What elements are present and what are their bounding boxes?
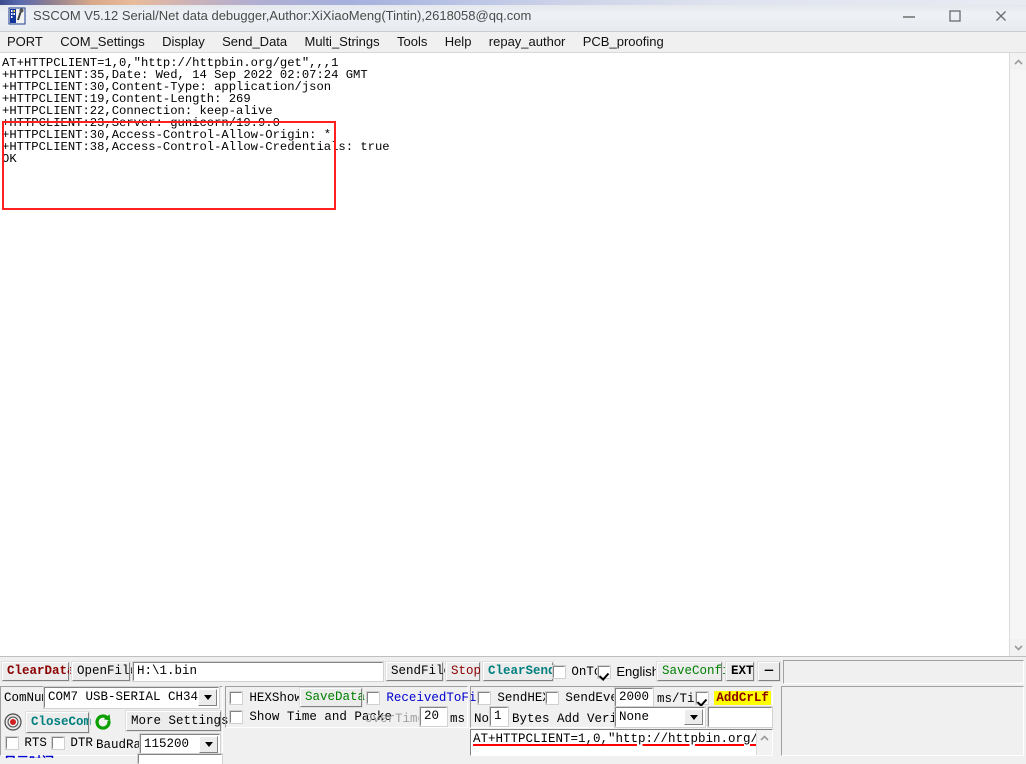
send-interval-input[interactable]: 2000 (614, 687, 654, 708)
cut-off-chinese-label: 显示时间 (4, 755, 54, 758)
minimize-button[interactable] (886, 0, 932, 31)
menu-item-pcb-proofing[interactable]: PCB_proofing (576, 32, 671, 52)
bottom-panel: ClearData OpenFile H:\1.bin SendFile Sto… (0, 658, 1026, 764)
ext-button[interactable]: EXT (725, 661, 755, 682)
menu-item-tools[interactable]: Tools (390, 32, 434, 52)
menu-bar: PORT COM_Settings Display Send_Data Mult… (0, 32, 1026, 53)
terminal-line: OK (2, 152, 17, 166)
menu-item-help[interactable]: Help (438, 32, 479, 52)
receive-area: AT+HTTPCLIENT=1,0,"http://httpbin.org/ge… (0, 53, 1026, 657)
save-data-button[interactable]: SaveData (299, 687, 365, 708)
send-every-checkbox-box[interactable] (545, 691, 559, 705)
send-text-area[interactable]: AT+HTTPCLIENT=1,0,"http://httpbin.org/ge… (470, 729, 773, 756)
dtr-checkbox-box[interactable] (51, 736, 65, 750)
menu-item-port[interactable]: PORT (0, 32, 50, 52)
english-checkbox-box[interactable] (597, 665, 611, 679)
on-top-checkbox-box[interactable] (552, 665, 566, 679)
window-title: SSCOM V5.12 Serial/Net data debugger,Aut… (33, 8, 532, 23)
file-path-input[interactable]: H:\1.bin (132, 661, 384, 682)
receive-scrollbar[interactable] (1009, 53, 1026, 656)
add-crlf-checkbox[interactable]: AddCrLf (695, 690, 771, 706)
com-num-label: ComNum (4, 691, 50, 705)
add-crlf-checkbox-box[interactable] (695, 691, 709, 705)
overtime-ms-label: ms (450, 712, 466, 726)
rts-checkbox-box[interactable] (5, 736, 19, 750)
english-label: English (616, 664, 659, 679)
more-settings-button[interactable]: More Settings (125, 710, 229, 732)
menu-item-com-settings[interactable]: COM_Settings (53, 32, 152, 52)
scroll-up-icon[interactable] (757, 730, 772, 746)
chevron-down-icon[interactable] (684, 709, 703, 725)
send-area-scrollbar[interactable] (756, 730, 772, 755)
menu-item-display[interactable]: Display (155, 32, 212, 52)
verify-value: None (619, 710, 650, 724)
com-port-value: COM7 USB-SERIAL CH340 (48, 690, 206, 704)
multi-strings-panel (781, 686, 1024, 756)
close-button[interactable] (978, 0, 1024, 31)
menu-item-multi-strings[interactable]: Multi_Strings (298, 32, 387, 52)
scroll-up-icon[interactable] (1010, 53, 1026, 70)
add-crlf-label: AddCrLf (714, 691, 771, 705)
send-text-value: AT+HTTPCLIENT=1,0,"http://httpbin.org/ge… (473, 732, 773, 746)
clear-data-button[interactable]: ClearData (1, 661, 75, 682)
baud-rate-value: 115200 (144, 737, 190, 751)
send-file-button[interactable]: SendFile (385, 661, 451, 682)
collapse-button[interactable]: — (757, 661, 781, 682)
open-file-button[interactable]: OpenFile (71, 661, 137, 682)
received-to-file-checkbox-box[interactable] (366, 691, 380, 705)
rts-checkbox[interactable]: RTS (5, 735, 47, 751)
close-com-button[interactable]: CloseCom (25, 711, 91, 734)
hex-show-checkbox[interactable]: HEXShow (229, 690, 302, 706)
verify-select[interactable]: None (614, 706, 706, 728)
save-config-button[interactable]: SaveConfig (656, 661, 737, 682)
scroll-down-icon[interactable] (1010, 639, 1026, 656)
send-hex-checkbox[interactable]: SendHEX (477, 690, 550, 706)
chevron-down-icon[interactable] (198, 689, 217, 706)
sscom-window: SSCOM V5.12 Serial/Net data debugger,Aut… (0, 0, 1026, 764)
toolbar-empty-slot (783, 660, 1024, 684)
no-label: No (474, 712, 490, 726)
stop-button[interactable]: Stop (445, 661, 481, 682)
no-input[interactable]: 1 (489, 706, 509, 727)
show-time-checkbox-box[interactable] (229, 710, 243, 724)
chevron-down-icon[interactable] (199, 736, 218, 753)
dtr-checkbox[interactable]: DTR (51, 735, 93, 751)
title-bar-gradient-stripe (0, 0, 1026, 5)
refresh-icon[interactable] (93, 712, 113, 733)
send-hex-checkbox-box[interactable] (477, 691, 491, 705)
maximize-button[interactable] (932, 0, 978, 31)
clear-send-button[interactable]: ClearSend (482, 661, 556, 682)
app-icon (8, 7, 26, 25)
baud-rate-select[interactable]: 115200 (139, 733, 221, 756)
hex-show-checkbox-box[interactable] (229, 691, 243, 705)
hex-show-label: HEXShow (249, 691, 302, 705)
rts-label: RTS (24, 736, 47, 750)
led-indicator-icon (4, 713, 22, 731)
menu-item-repay-author[interactable]: repay_author (482, 32, 573, 52)
com-port-select[interactable]: COM7 USB-SERIAL CH340 (43, 686, 220, 709)
title-bar: SSCOM V5.12 Serial/Net data debugger,Aut… (0, 0, 1026, 32)
receive-text[interactable]: AT+HTTPCLIENT=1,0,"http://httpbin.org/ge… (0, 53, 1002, 656)
dtr-label: DTR (70, 736, 93, 750)
scrollbar-track[interactable] (1010, 70, 1026, 639)
terminal-line: +HTTPCLIENT:38,Access-Control-Allow-Cred… (2, 140, 390, 154)
verify-result-input[interactable] (707, 706, 773, 728)
overtime-input[interactable]: 20 (419, 706, 448, 727)
english-checkbox[interactable]: English (597, 664, 659, 680)
menu-item-send-data[interactable]: Send_Data (215, 32, 294, 52)
send-hex-label: SendHEX (497, 691, 550, 705)
